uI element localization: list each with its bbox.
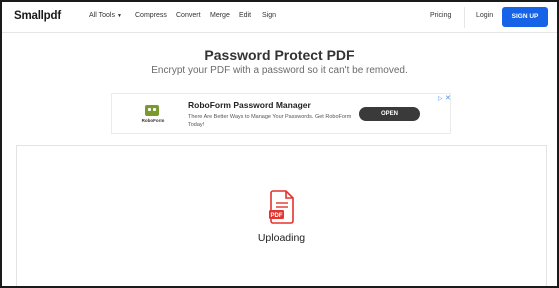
ad-choices-icon[interactable]: ▷ bbox=[438, 95, 443, 102]
browser-frame: Smallpdf All Tools ▼ Compress Convert Mer… bbox=[0, 0, 559, 288]
top-navbar: Smallpdf All Tools ▼ Compress Convert Mer… bbox=[2, 2, 557, 33]
nav-all-tools-label: All Tools bbox=[89, 12, 115, 19]
chevron-down-icon: ▼ bbox=[116, 13, 122, 19]
upload-area: PDF Uploading bbox=[16, 145, 547, 286]
signup-button[interactable]: SIGN UP bbox=[502, 7, 548, 27]
nav-all-tools[interactable]: All Tools ▼ bbox=[89, 12, 122, 19]
roboform-robot-icon bbox=[145, 105, 159, 116]
nav-pricing[interactable]: Pricing bbox=[430, 12, 451, 19]
ad-logo: RoboForm bbox=[138, 105, 166, 127]
upload-status: Uploading bbox=[257, 232, 306, 244]
login-link[interactable]: Login bbox=[476, 12, 493, 19]
pdf-badge-label: PDF bbox=[271, 213, 283, 219]
ad-logo-text: RoboForm bbox=[141, 118, 165, 123]
page-title: Password Protect PDF bbox=[204, 47, 355, 63]
ad-open-button[interactable]: OPEN bbox=[359, 107, 420, 121]
nav-merge[interactable]: Merge bbox=[210, 12, 230, 19]
ad-description: There Are Better Ways to Manage Your Pas… bbox=[188, 114, 352, 128]
nav-compress[interactable]: Compress bbox=[135, 12, 167, 19]
smallpdf-logo[interactable]: Smallpdf bbox=[14, 10, 61, 22]
close-icon[interactable]: ✕ bbox=[445, 94, 451, 102]
nav-edit[interactable]: Edit bbox=[239, 12, 251, 19]
pdf-file-icon: PDF bbox=[269, 190, 294, 224]
ad-title[interactable]: RoboForm Password Manager bbox=[188, 100, 311, 110]
nav-divider bbox=[464, 7, 465, 28]
nav-sign[interactable]: Sign bbox=[262, 12, 276, 19]
ad-banner[interactable]: RoboForm RoboForm Password Manager There… bbox=[111, 93, 451, 134]
nav-convert[interactable]: Convert bbox=[176, 12, 201, 19]
page-subtitle: Encrypt your PDF with a password so it c… bbox=[151, 65, 408, 76]
